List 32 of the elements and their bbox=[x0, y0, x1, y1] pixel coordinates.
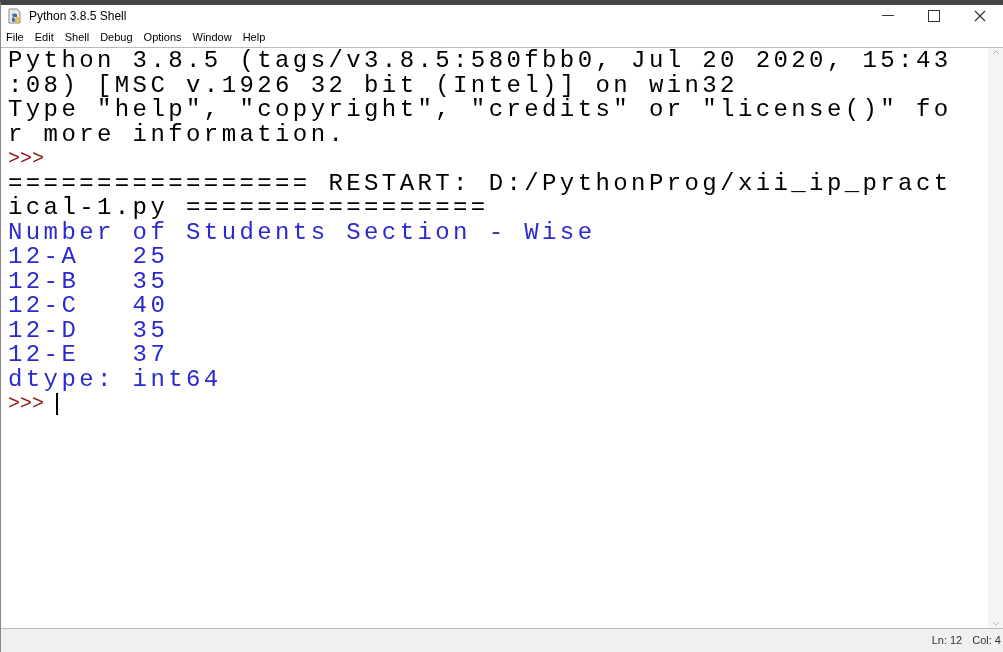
python-file-icon bbox=[7, 8, 23, 24]
program-output-line: Number of Students Section - Wise bbox=[8, 220, 596, 245]
program-output-line: dtype: int64 bbox=[8, 367, 222, 392]
shell-prompt: >>> bbox=[8, 147, 44, 172]
shell-output-line: ical-1.py ================= bbox=[8, 196, 489, 221]
close-icon bbox=[974, 10, 986, 22]
shell-output-line: Type "help", "copyright", "credits" or "license()" fo bbox=[8, 98, 952, 123]
minimize-icon bbox=[882, 15, 894, 17]
window-title: Python 3.8.5 Shell bbox=[29, 8, 127, 25]
scroll-up-icon[interactable] bbox=[991, 50, 1000, 55]
menu-item[interactable]: Options bbox=[143, 28, 182, 46]
scrollbar[interactable] bbox=[988, 48, 1003, 628]
menu-item[interactable]: Edit bbox=[34, 28, 54, 46]
shell-output-line: :08) [MSC v.1926 32 bit (Intel)] on win32 bbox=[8, 73, 738, 98]
menu-item[interactable]: Window bbox=[192, 28, 232, 46]
program-output-line: 12-D 35 bbox=[8, 318, 169, 343]
menu-item[interactable]: Help bbox=[242, 28, 266, 46]
column-number-status: Col: 4 bbox=[972, 633, 1001, 649]
shell-output-line: r more information. bbox=[8, 122, 347, 147]
program-output-line: 12-B 35 bbox=[8, 269, 169, 294]
program-output-line: 12-A 25 bbox=[8, 245, 169, 270]
shell-prompt: >>> bbox=[8, 392, 44, 417]
scroll-down-icon[interactable] bbox=[991, 621, 1000, 626]
program-output-line: 12-E 37 bbox=[8, 343, 169, 368]
menu-item[interactable]: Debug bbox=[100, 28, 133, 46]
menu-item[interactable]: Shell bbox=[64, 28, 90, 46]
line-number-status: Ln: 12 bbox=[931, 633, 963, 649]
maximize-icon bbox=[928, 10, 940, 22]
menu-item[interactable]: File bbox=[6, 28, 24, 46]
program-output-line: 12-C 40 bbox=[8, 294, 169, 319]
shell-output-line: Python 3.8.5 (tags/v3.8.5:580fbb0, Jul 20 2020, 15:43 bbox=[8, 49, 952, 74]
shell-output-line: ================= RESTART: D:/PythonProg/xii_ip_pract bbox=[8, 171, 952, 196]
